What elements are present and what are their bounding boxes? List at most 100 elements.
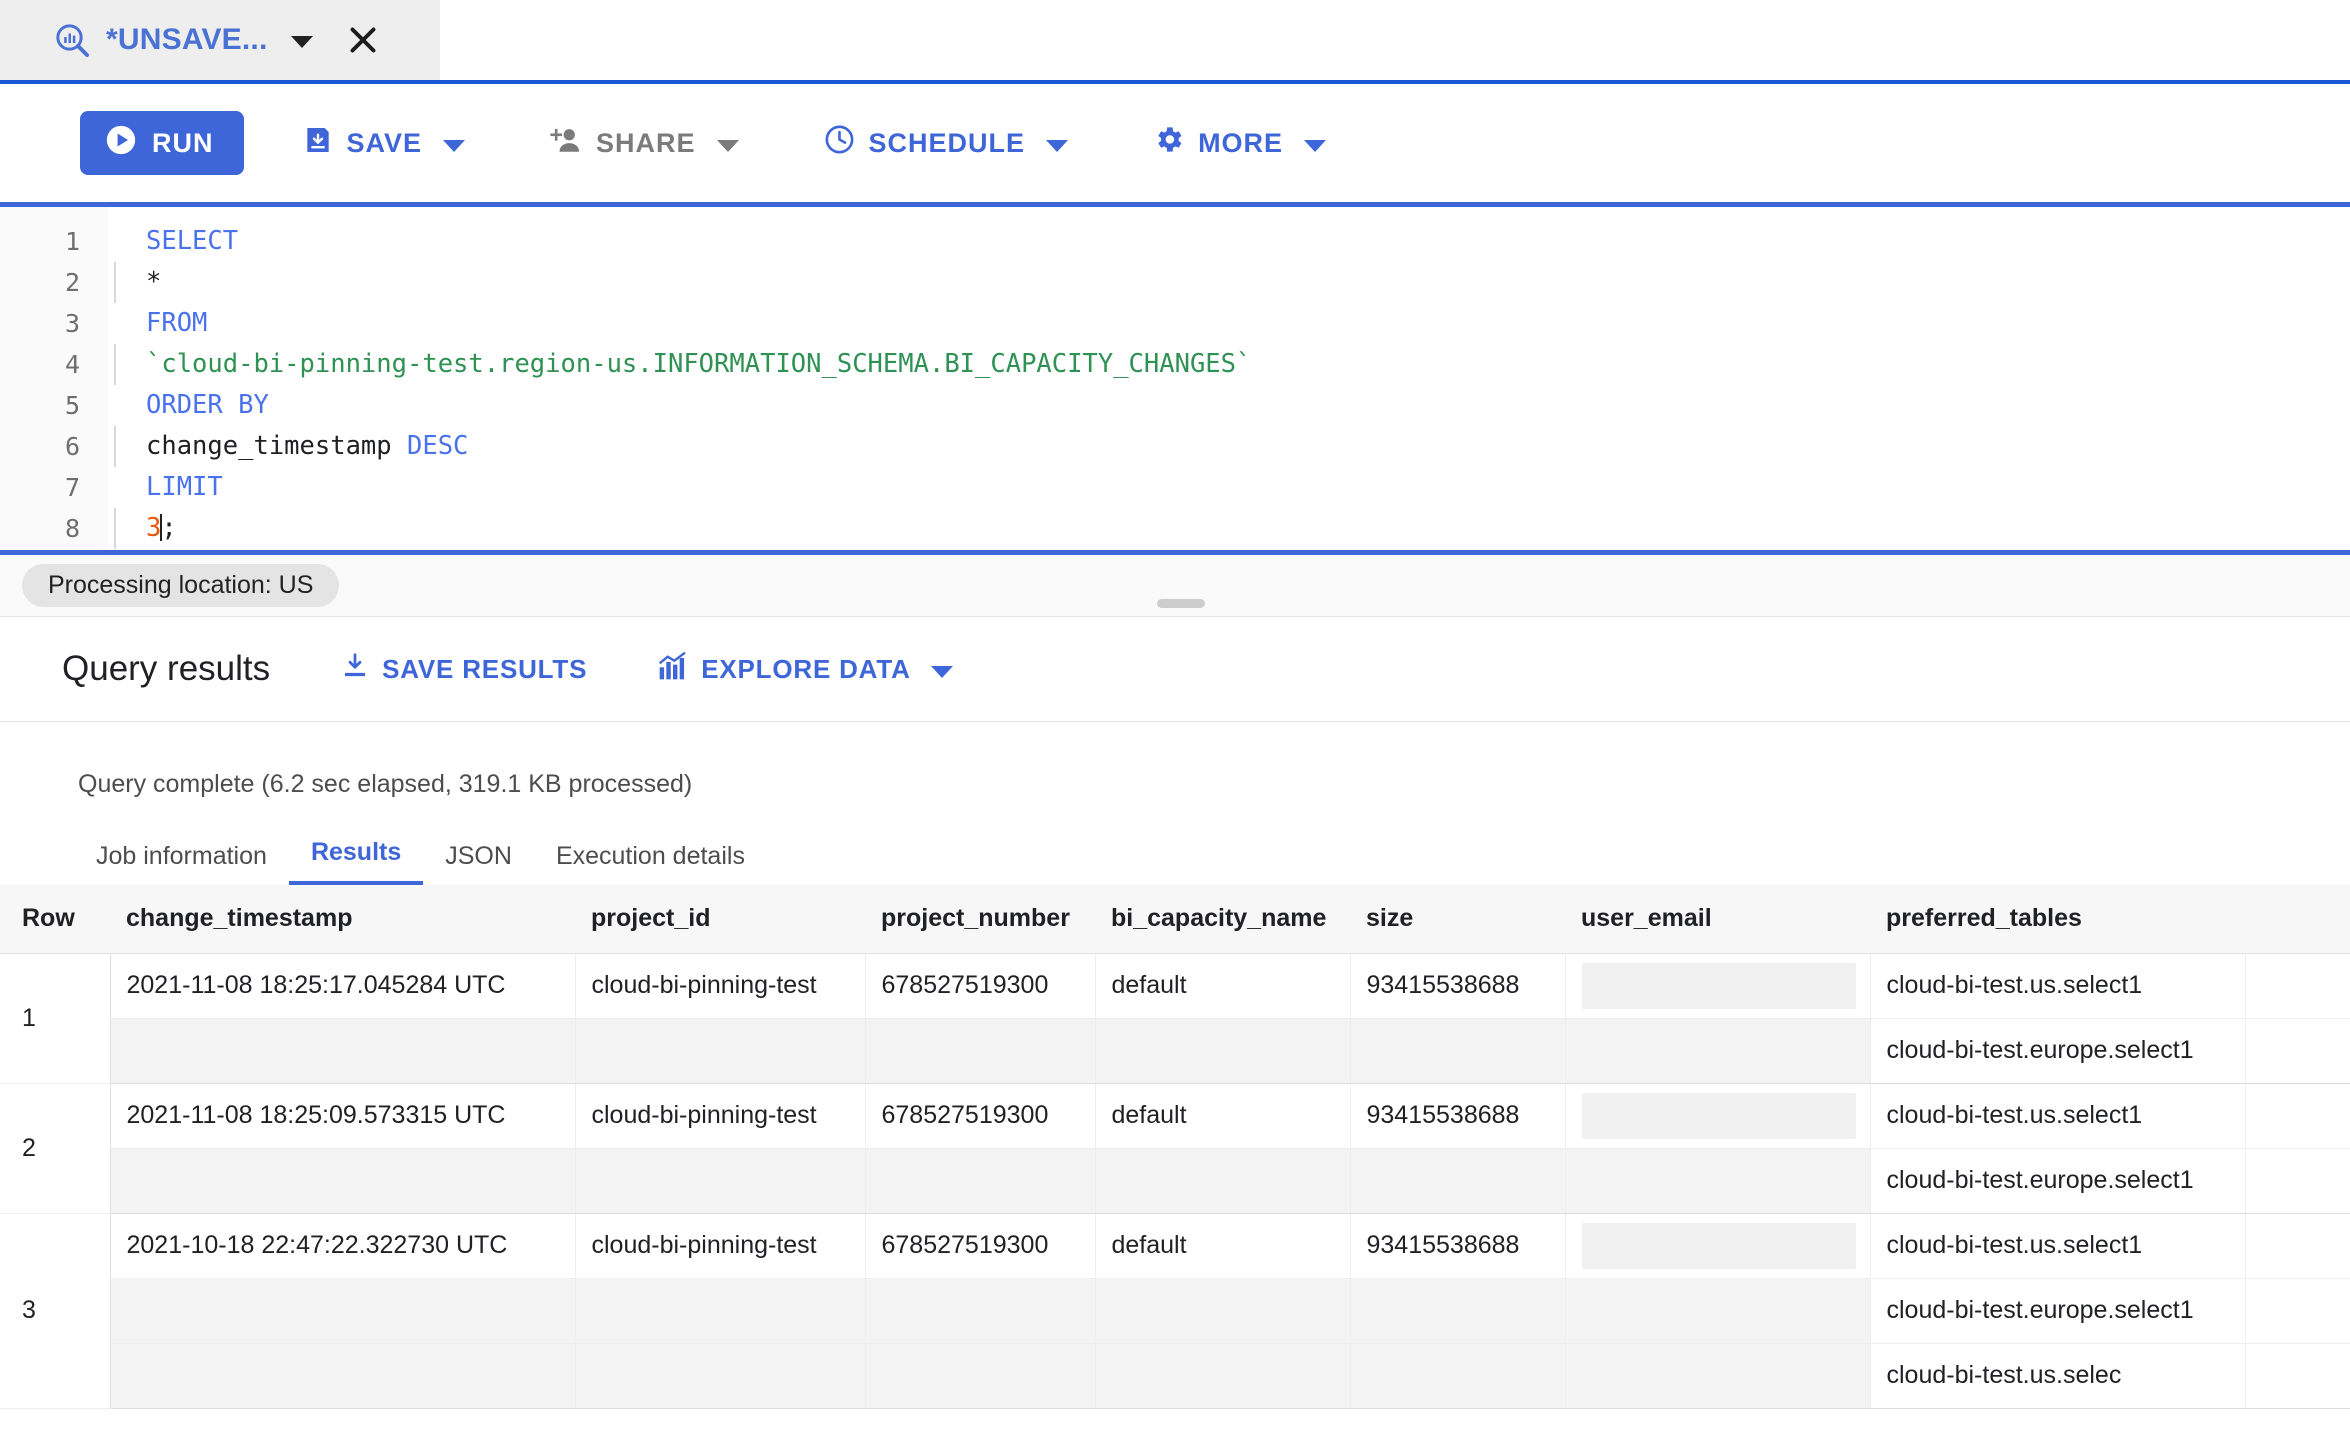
- chevron-down-icon[interactable]: [443, 139, 466, 152]
- table-subrow[interactable]: cloud-bi-test.europe.select1: [0, 1148, 2350, 1214]
- table-subrow[interactable]: cloud-bi-test.europe.select1: [0, 1018, 2350, 1084]
- table-subrow[interactable]: cloud-bi-test.europe.select1: [0, 1278, 2350, 1344]
- cell-row-number: 1: [0, 953, 111, 1084]
- results-table: Row change_timestamp project_id project_…: [0, 885, 2350, 1409]
- cell-spacer: [2245, 1343, 2350, 1409]
- clock-icon: [823, 123, 856, 163]
- tab-job-information[interactable]: Job information: [74, 842, 289, 885]
- code-line: 3;: [108, 508, 2350, 549]
- panel-resize-handle[interactable]: [1157, 599, 1205, 608]
- tab-json[interactable]: JSON: [423, 842, 534, 885]
- close-icon[interactable]: [345, 22, 381, 58]
- cell-project-number-empty: [865, 1343, 1096, 1409]
- cell-spacer: [2245, 953, 2350, 1019]
- line-number: 6: [64, 432, 80, 461]
- empty-value-placeholder: [1581, 1222, 1856, 1269]
- tab-title: *UNSAVE...: [106, 23, 268, 56]
- column-header-row[interactable]: Row: [0, 885, 110, 954]
- table-row[interactable]: 1 2021-11-08 18:25:17.045284 UTC cloud-b…: [0, 953, 2350, 1084]
- editor-line-numbers: 1 2 3 4 5 6 7 8: [0, 207, 108, 550]
- cell-spacer: [2245, 1213, 2350, 1279]
- schedule-button[interactable]: SCHEDULE: [797, 111, 1095, 175]
- chevron-down-icon[interactable]: [716, 139, 739, 152]
- sql-keyword: FROM: [146, 308, 208, 338]
- cell-project-id-empty: [575, 1018, 866, 1084]
- table-subrow[interactable]: cloud-bi-test.us.selec: [0, 1343, 2350, 1409]
- save-results-button[interactable]: SAVE RESULTS: [340, 651, 587, 688]
- cell-size-empty: [1350, 1018, 1566, 1084]
- chevron-down-icon[interactable]: [291, 36, 314, 48]
- save-button[interactable]: SAVE: [276, 111, 492, 175]
- chevron-down-icon[interactable]: [930, 665, 953, 678]
- person-add-icon: [549, 125, 583, 162]
- sql-editor[interactable]: 1 2 3 4 5 6 7 8 SELECT * FROM `cloud-bi-…: [0, 202, 2350, 555]
- sql-text: *: [146, 267, 162, 297]
- cell-project-id: cloud-bi-pinning-test: [575, 1213, 866, 1279]
- save-disk-icon: [302, 124, 334, 163]
- query-status-text: Query complete (6.2 sec elapsed, 319.1 K…: [78, 770, 693, 798]
- query-tab[interactable]: *UNSAVE...: [0, 0, 440, 80]
- cell-change-timestamp-empty: [110, 1278, 576, 1344]
- tab-results[interactable]: Results: [288, 838, 424, 885]
- cell-change-timestamp-empty: [110, 1343, 576, 1409]
- sql-identifier: change_timestamp: [146, 431, 392, 461]
- cell-bi-capacity-name: default: [1095, 1083, 1351, 1149]
- line-number: 8: [64, 514, 80, 543]
- cell-preferred-table: cloud-bi-test.us.select1: [1870, 1083, 2246, 1149]
- save-button-label: SAVE: [346, 127, 423, 158]
- column-header-change-timestamp[interactable]: change_timestamp: [110, 885, 575, 954]
- cell-user-email-empty: [1565, 1148, 1871, 1214]
- table-row[interactable]: 3 2021-10-18 22:47:22.322730 UTC cloud-b…: [0, 1213, 2350, 1409]
- download-icon: [340, 651, 370, 688]
- tab-strip: *UNSAVE...: [0, 0, 2350, 84]
- column-header-user-email[interactable]: user_email: [1565, 885, 1870, 954]
- sql-keyword: LIMIT: [146, 472, 223, 502]
- code-line: LIMIT: [108, 467, 2350, 508]
- explore-data-button[interactable]: EXPLORE DATA: [657, 651, 953, 688]
- table-row[interactable]: 2 2021-11-08 18:25:09.573315 UTC cloud-b…: [0, 1083, 2350, 1214]
- editor-code-area[interactable]: SELECT * FROM `cloud-bi-pinning-test.reg…: [108, 207, 2350, 550]
- cell-spacer: [2245, 1148, 2350, 1214]
- cell-size-empty: [1350, 1148, 1566, 1214]
- share-button-label: SHARE: [596, 127, 696, 158]
- cell-project-id: cloud-bi-pinning-test: [575, 1083, 866, 1149]
- table-header-row: Row change_timestamp project_id project_…: [0, 885, 2350, 954]
- results-tabs: Job information Results JSON Execution d…: [0, 825, 2350, 885]
- cell-spacer: [2245, 1018, 2350, 1084]
- chart-icon: [657, 651, 689, 688]
- cell-change-timestamp: 2021-10-18 22:47:22.322730 UTC: [110, 1213, 576, 1279]
- cell-bi-capacity-name-empty: [1095, 1148, 1351, 1214]
- cell-project-id: cloud-bi-pinning-test: [575, 953, 866, 1019]
- cell-size: 93415538688: [1350, 953, 1566, 1019]
- run-button[interactable]: RUN: [80, 111, 244, 175]
- explore-data-label: EXPLORE DATA: [701, 653, 911, 684]
- sql-number: 3: [146, 513, 162, 543]
- more-button[interactable]: MORE: [1126, 111, 1352, 175]
- code-line: change_timestamp DESC: [108, 426, 2350, 467]
- cell-preferred-table: cloud-bi-test.us.select1: [1870, 1213, 2246, 1279]
- column-header-project-id[interactable]: project_id: [575, 885, 865, 954]
- code-line: *: [108, 262, 2350, 303]
- line-number: 3: [64, 309, 80, 338]
- line-number: 2: [64, 268, 80, 297]
- line-number: 5: [64, 391, 80, 420]
- cell-preferred-table: cloud-bi-test.europe.select1: [1870, 1278, 2246, 1344]
- share-button[interactable]: SHARE: [523, 111, 765, 175]
- cell-preferred-table: cloud-bi-test.europe.select1: [1870, 1148, 2246, 1214]
- column-header-bi-capacity-name[interactable]: bi_capacity_name: [1095, 885, 1350, 954]
- query-toolbar: RUN SAVE SHARE SCHEDULE MORE: [0, 84, 2350, 202]
- column-header-preferred-tables[interactable]: preferred_tables: [1870, 885, 2245, 954]
- gear-icon: [1152, 123, 1185, 163]
- chevron-down-icon[interactable]: [1304, 139, 1327, 152]
- cell-size: 93415538688: [1350, 1213, 1566, 1279]
- column-header-size[interactable]: size: [1350, 885, 1565, 954]
- line-number: 7: [64, 473, 80, 502]
- cell-size-empty: [1350, 1343, 1566, 1409]
- chevron-down-icon[interactable]: [1046, 139, 1069, 152]
- tab-execution-details[interactable]: Execution details: [534, 842, 767, 885]
- results-table-head: Row change_timestamp project_id project_…: [0, 885, 2350, 954]
- cell-spacer: [2245, 1083, 2350, 1149]
- column-header-project-number[interactable]: project_number: [865, 885, 1095, 954]
- cell-project-number-empty: [865, 1148, 1096, 1214]
- cell-user-email: [1565, 1213, 1871, 1279]
